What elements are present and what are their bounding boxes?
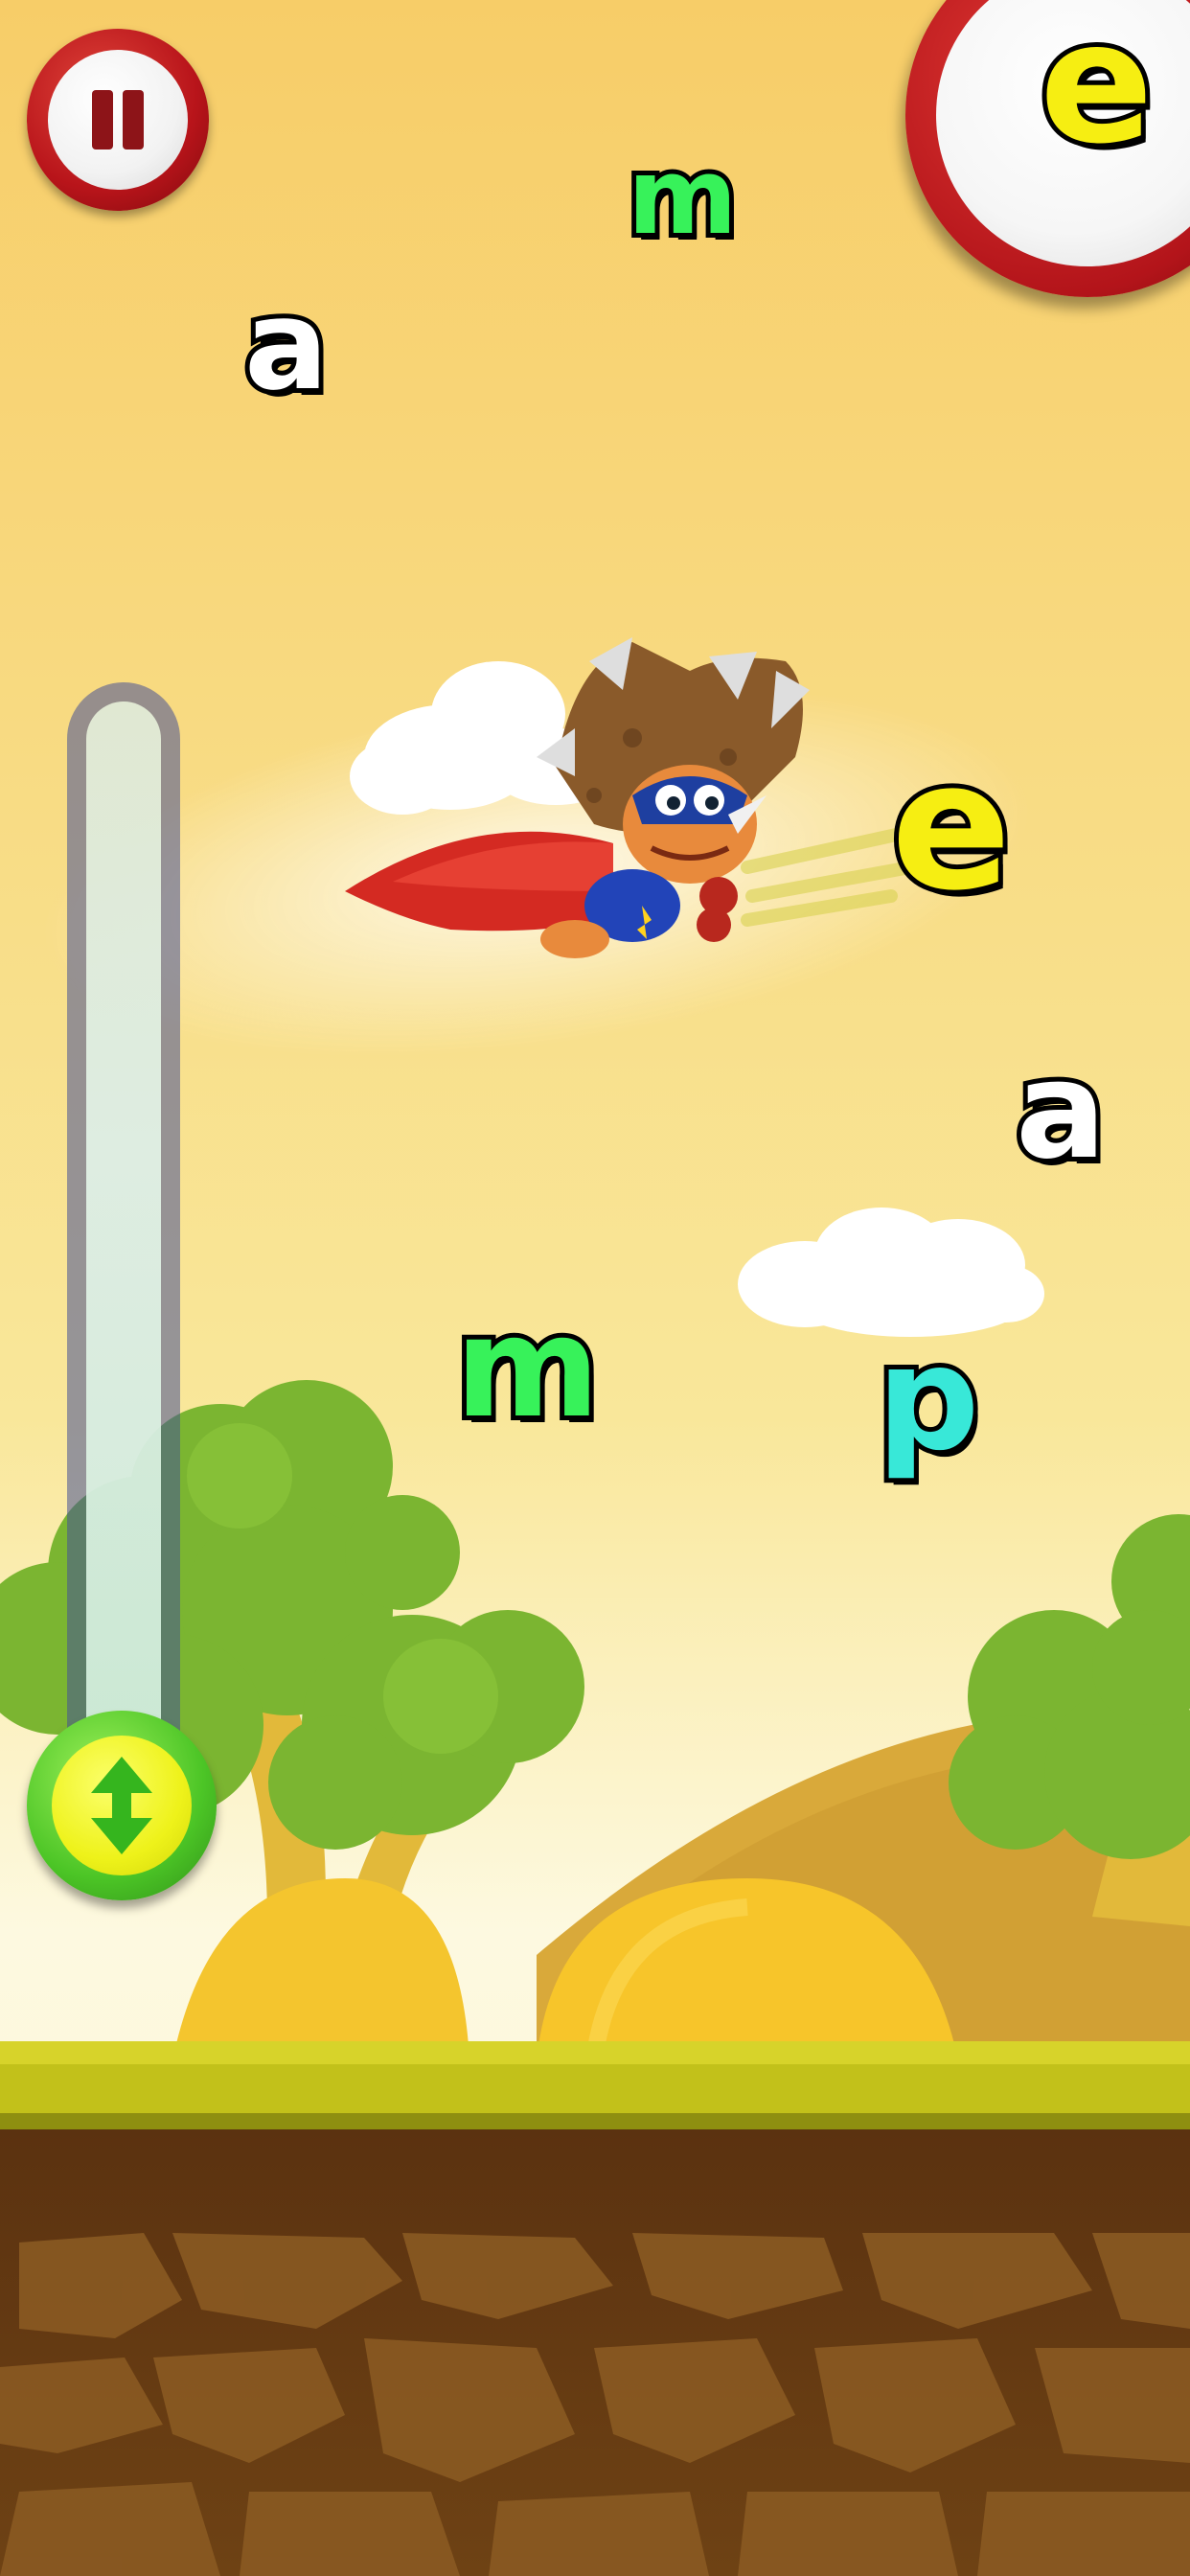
floating-letter-e-target[interactable]: e — [886, 733, 1017, 920]
height-meter-knob[interactable] — [27, 1711, 217, 1900]
floating-letter-m-bottom[interactable]: m — [450, 1294, 605, 1442]
floating-letter-m-top[interactable]: m — [623, 139, 743, 254]
height-meter-tube — [86, 702, 161, 1823]
floating-letter-a-top[interactable]: a — [240, 278, 333, 412]
up-down-arrows-icon — [91, 1757, 152, 1854]
target-letter: e — [1035, 0, 1158, 181]
game-scene: m a e a m p e — [0, 0, 1190, 2576]
floating-letter-p[interactable]: p — [872, 1322, 984, 1476]
height-meter — [67, 682, 180, 1832]
floating-letter-a-right[interactable]: a — [1011, 1040, 1111, 1184]
pause-icon — [48, 50, 188, 190]
pause-button[interactable] — [27, 29, 209, 211]
